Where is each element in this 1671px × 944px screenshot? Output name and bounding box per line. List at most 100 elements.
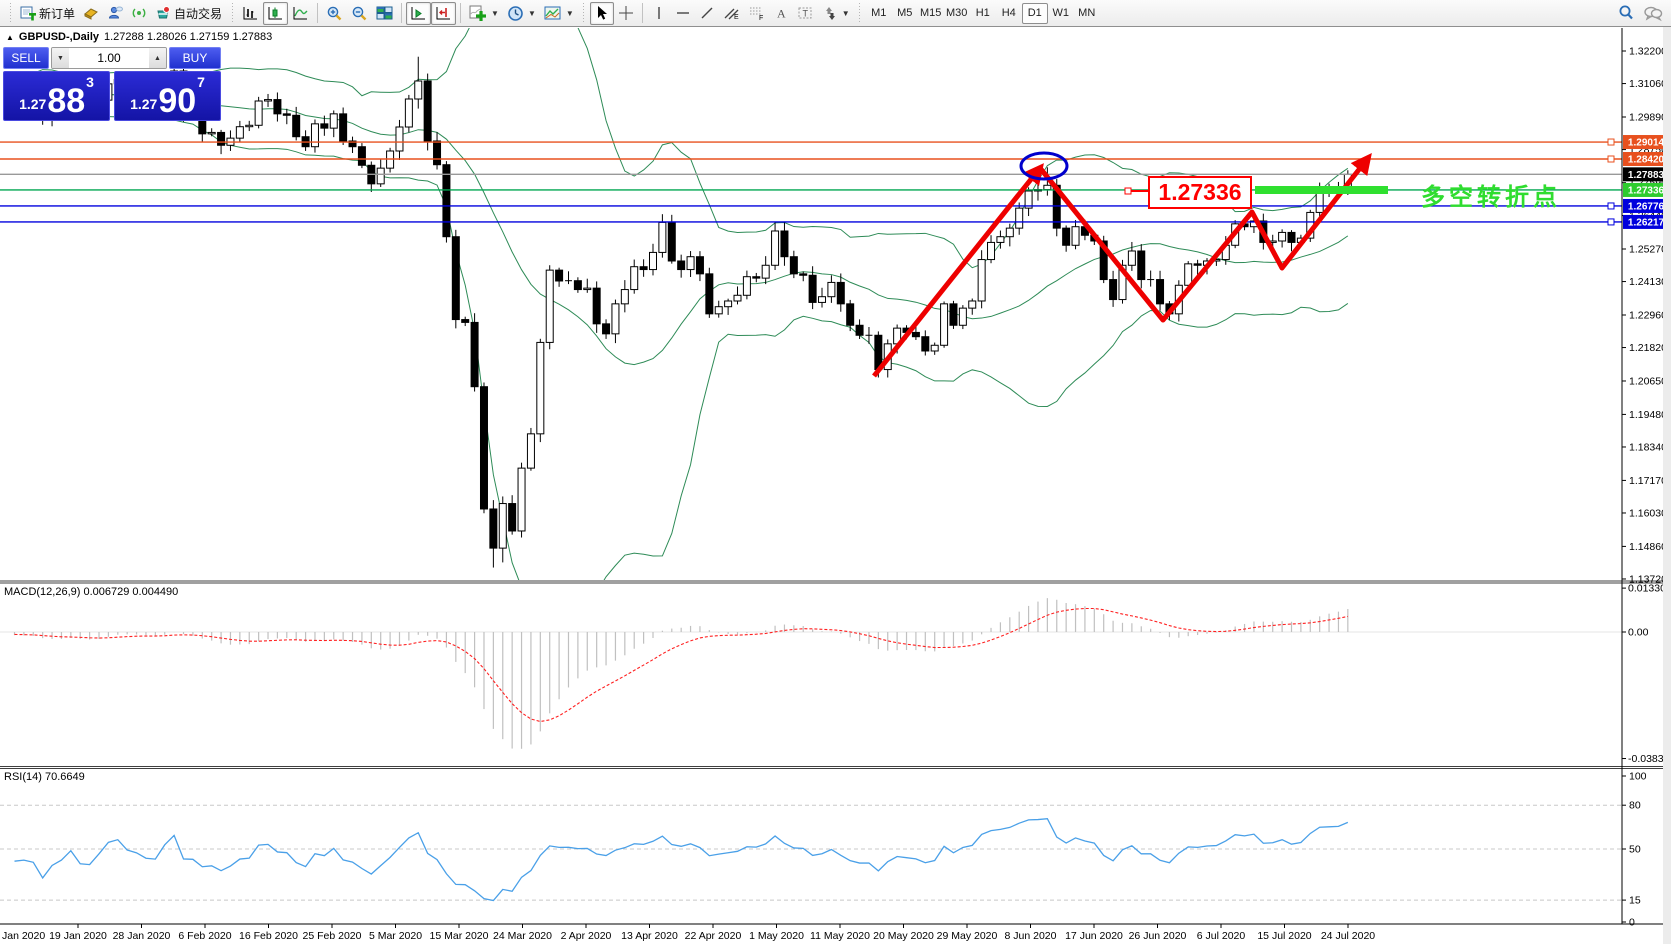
indicators-button[interactable]: ▼	[465, 2, 503, 25]
text-button[interactable]: A	[769, 2, 793, 25]
horizontal-line-button[interactable]	[671, 2, 695, 25]
fibonacci-icon: F	[748, 5, 765, 21]
navigator-button[interactable]	[103, 2, 127, 25]
tab-timeframe-m1[interactable]: M1	[866, 3, 892, 24]
tab-timeframe-m5[interactable]: M5	[892, 3, 918, 24]
candlestick-icon	[267, 5, 284, 21]
main-toolbar: 新订单 自动交易 ▼ ▼	[0, 0, 1671, 27]
bar-chart-button[interactable]	[238, 2, 263, 25]
buy-button[interactable]: BUY	[169, 47, 221, 69]
periods-button[interactable]: ▼	[503, 2, 540, 25]
price-flag-annotation[interactable]: 1.27336	[1148, 176, 1252, 209]
equidistant-channel-button[interactable]: E	[719, 2, 744, 25]
tab-timeframe-m15[interactable]: M15	[918, 3, 944, 24]
zoom-out-icon	[351, 5, 368, 22]
volume-value[interactable]: 1.00	[69, 48, 149, 68]
fibonacci-button[interactable]: F	[744, 2, 769, 25]
toolbar-grip	[8, 3, 12, 23]
arrows-icon	[822, 5, 838, 21]
pivot-text-annotation[interactable]: 多空转折点	[1421, 177, 1561, 212]
tab-timeframe-h1[interactable]: H1	[970, 3, 996, 24]
svg-text:25 Feb 2020: 25 Feb 2020	[303, 930, 362, 942]
new-order-label: 新订单	[39, 5, 75, 22]
macd-panel	[0, 598, 1622, 749]
svg-text:1.16030: 1.16030	[1629, 507, 1667, 519]
tile-windows-button[interactable]	[372, 2, 397, 25]
buy-price-box[interactable]: 1.27 90 7	[114, 71, 221, 121]
svg-text:1 May 2020: 1 May 2020	[749, 930, 804, 942]
crosshair-button[interactable]	[614, 2, 638, 25]
candlestick-button[interactable]	[263, 2, 288, 25]
chart-shift-icon	[435, 5, 452, 21]
sell-price-box[interactable]: 1.27 88 3	[3, 71, 110, 121]
autotrade-button[interactable]: 自动交易	[151, 2, 226, 25]
svg-text:15 Mar 2020: 15 Mar 2020	[430, 930, 489, 942]
collapse-trade-panel-icon[interactable]: ▲	[6, 33, 14, 42]
market-watch-button[interactable]	[79, 2, 103, 25]
sell-button[interactable]: SELL	[3, 47, 49, 69]
chart-canvas[interactable]: 1.322001.310601.298901.287501.275901.264…	[0, 27, 1671, 944]
volume-decrease-button[interactable]: ▼	[52, 48, 69, 68]
tile-windows-icon	[376, 5, 393, 21]
sell-price-sup: 3	[86, 74, 94, 90]
arrows-button[interactable]: ▼	[818, 2, 854, 25]
navigator-icon	[107, 5, 123, 21]
symbol-info: ▲ GBPUSD-,Daily 1.27288 1.28026 1.27159 …	[6, 31, 272, 43]
svg-text:100: 100	[1629, 771, 1647, 783]
terminal-button[interactable]	[127, 2, 151, 25]
horizontal-price-lines[interactable]	[0, 139, 1622, 225]
svg-text:Jan 2020: Jan 2020	[2, 930, 45, 942]
bar-chart-icon	[242, 5, 259, 21]
volume-increase-button[interactable]: ▲	[149, 48, 166, 68]
svg-text:1.29890: 1.29890	[1629, 111, 1667, 123]
indicators-caret: ▼	[491, 9, 499, 18]
vertical-line-icon	[652, 5, 666, 21]
tab-timeframe-w1[interactable]: W1	[1048, 3, 1074, 24]
market-watch-icon	[83, 5, 99, 21]
text-label-button[interactable]: T	[793, 2, 818, 25]
periods-icon	[507, 5, 524, 22]
chart-shift-button[interactable]	[431, 2, 456, 25]
chat-button[interactable]	[1639, 2, 1667, 25]
search-button[interactable]	[1613, 2, 1639, 25]
svg-text:17 Jun 2020: 17 Jun 2020	[1065, 930, 1123, 942]
svg-text:F: F	[759, 15, 763, 21]
svg-text:19 Jan 2020: 19 Jan 2020	[49, 930, 107, 942]
sell-price-big: 88	[47, 86, 85, 116]
line-chart-icon	[292, 5, 309, 21]
trendline-button[interactable]	[695, 2, 719, 25]
svg-text:11 May 2020: 11 May 2020	[810, 930, 870, 942]
svg-text:T: T	[802, 9, 808, 19]
svg-text:5 Mar 2020: 5 Mar 2020	[369, 930, 422, 942]
tab-timeframe-mn[interactable]: MN	[1074, 3, 1100, 24]
svg-text:16 Feb 2020: 16 Feb 2020	[239, 930, 298, 942]
templates-button[interactable]: ▼	[540, 2, 578, 25]
line-chart-button[interactable]	[288, 2, 313, 25]
cursor-button[interactable]	[590, 2, 614, 25]
tab-timeframe-d1[interactable]: D1	[1022, 3, 1048, 24]
tab-timeframe-m30[interactable]: M30	[944, 3, 970, 24]
pivot-level-bar[interactable]	[1255, 186, 1388, 194]
svg-text:1.32200: 1.32200	[1629, 46, 1667, 58]
zoom-out-button[interactable]	[347, 2, 372, 25]
svg-text:1.17170: 1.17170	[1629, 475, 1667, 487]
periods-caret: ▼	[528, 9, 536, 18]
svg-text:0.00: 0.00	[1628, 627, 1649, 639]
svg-text:1.14860: 1.14860	[1629, 541, 1667, 553]
crosshair-icon	[618, 5, 634, 21]
vertical-line-button[interactable]	[647, 2, 671, 25]
buy-price-big: 90	[158, 86, 196, 116]
templates-icon	[544, 5, 562, 21]
date-axis[interactable]: Jan 202019 Jan 202028 Jan 20206 Feb 2020…	[2, 924, 1375, 942]
new-order-button[interactable]: 新订单	[16, 2, 79, 25]
rsi-indicator-label: RSI(14) 70.6649	[4, 771, 85, 783]
autoscroll-button[interactable]	[406, 2, 431, 25]
zoom-in-button[interactable]	[322, 2, 347, 25]
toolbar-separator	[460, 3, 461, 23]
panel-separators[interactable]	[0, 28, 1671, 924]
trendline-icon	[699, 5, 715, 21]
svg-text:20 May 2020: 20 May 2020	[873, 930, 934, 942]
horizontal-line-icon	[675, 5, 691, 21]
svg-text:80: 80	[1629, 800, 1641, 812]
tab-timeframe-h4[interactable]: H4	[996, 3, 1022, 24]
